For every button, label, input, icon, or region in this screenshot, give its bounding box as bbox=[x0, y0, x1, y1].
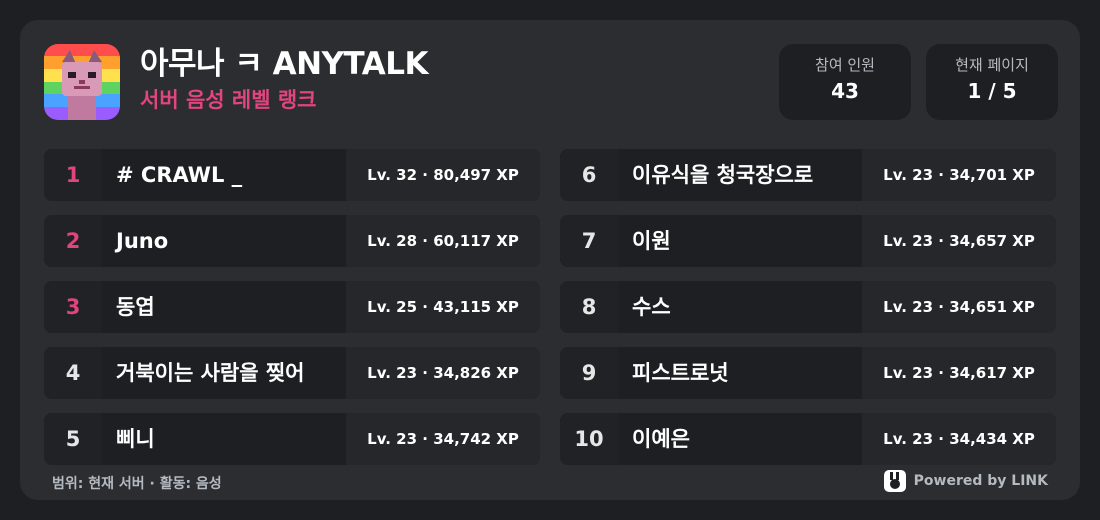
participants-label: 참여 인원 bbox=[815, 56, 875, 74]
rank-number: 6 bbox=[560, 149, 618, 201]
user-name: 수스 bbox=[632, 295, 671, 319]
level-xp: Lv. 23 · 34,651 XP bbox=[862, 281, 1056, 333]
leaderboard-row: 10 이예은 Lv. 23 · 34,434 XP bbox=[560, 413, 1056, 465]
level-xp: Lv. 32 · 80,497 XP bbox=[346, 149, 540, 201]
server-title: 아무나 ㅋ ANYTALK bbox=[140, 46, 429, 82]
leaderboard-row: 5 삐니 Lv. 23 · 34,742 XP bbox=[44, 413, 540, 465]
participants-value: 43 bbox=[831, 79, 859, 103]
server-avatar bbox=[44, 44, 120, 120]
powered-by-label: Powered by LINK bbox=[913, 473, 1048, 489]
rank-number: 10 bbox=[560, 413, 618, 465]
user-name: 거북이는 사람을 찢어 bbox=[116, 361, 305, 385]
level-xp: Lv. 23 · 34,826 XP bbox=[346, 347, 540, 399]
level-xp: Lv. 23 · 34,742 XP bbox=[346, 413, 540, 465]
scope-info: 범위: 현재 서버 · 활동: 음성 bbox=[52, 476, 222, 492]
user-name: 피스트로넛 bbox=[632, 361, 729, 385]
leaderboard-row: 6 이유식을 청국장으로 Lv. 23 · 34,701 XP bbox=[560, 149, 1056, 201]
level-xp: Lv. 23 · 34,701 XP bbox=[862, 149, 1056, 201]
rank-number: 5 bbox=[44, 413, 102, 465]
leaderboard-row: 7 이원 Lv. 23 · 34,657 XP bbox=[560, 215, 1056, 267]
participants-stat: 참여 인원 43 bbox=[779, 44, 911, 120]
level-xp: Lv. 28 · 60,117 XP bbox=[346, 215, 540, 267]
leaderboard-row: 1 # CRAWL _ Lv. 32 · 80,497 XP bbox=[44, 149, 540, 201]
leaderboard-row: 2 Juno Lv. 28 · 60,117 XP bbox=[44, 215, 540, 267]
level-xp: Lv. 23 · 34,657 XP bbox=[862, 215, 1056, 267]
page-stat: 현재 페이지 1 / 5 bbox=[926, 44, 1058, 120]
leaderboard-row: 9 피스트로넛 Lv. 23 · 34,617 XP bbox=[560, 347, 1056, 399]
user-name: 이예은 bbox=[632, 427, 690, 451]
user-name: 이원 bbox=[632, 229, 671, 253]
powered-by: Powered by LINK bbox=[883, 470, 1048, 492]
rank-number: 7 bbox=[560, 215, 618, 267]
user-name: 동엽 bbox=[116, 295, 155, 319]
level-xp: Lv. 23 · 34,617 XP bbox=[862, 347, 1056, 399]
link-bunny-icon bbox=[883, 470, 906, 492]
rank-number: 8 bbox=[560, 281, 618, 333]
rank-number: 1 bbox=[44, 149, 102, 201]
rank-number: 3 bbox=[44, 281, 102, 333]
user-name: 이유식을 청국장으로 bbox=[632, 163, 814, 187]
leaderboard-row: 4 거북이는 사람을 찢어 Lv. 23 · 34,826 XP bbox=[44, 347, 540, 399]
leaderboard-row: 3 동엽 Lv. 25 · 43,115 XP bbox=[44, 281, 540, 333]
page-value: 1 / 5 bbox=[967, 79, 1017, 103]
rank-subtitle: 서버 음성 레벨 랭크 bbox=[140, 88, 317, 112]
rank-number: 9 bbox=[560, 347, 618, 399]
rank-number: 4 bbox=[44, 347, 102, 399]
user-name: 삐니 bbox=[116, 427, 155, 451]
page-label: 현재 페이지 bbox=[955, 56, 1029, 74]
user-name: # CRAWL _ bbox=[116, 163, 243, 187]
level-xp: Lv. 23 · 34,434 XP bbox=[862, 413, 1056, 465]
rank-number: 2 bbox=[44, 215, 102, 267]
leaderboard-row: 8 수스 Lv. 23 · 34,651 XP bbox=[560, 281, 1056, 333]
user-name: Juno bbox=[116, 229, 169, 253]
pixel-cat-icon bbox=[62, 50, 102, 120]
level-xp: Lv. 25 · 43,115 XP bbox=[346, 281, 540, 333]
